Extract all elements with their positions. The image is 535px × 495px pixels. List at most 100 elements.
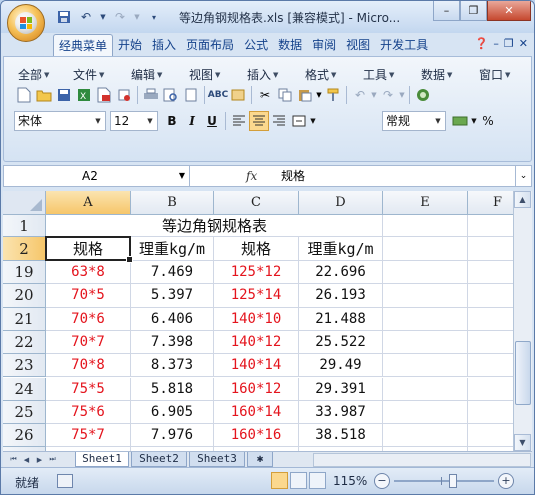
grid-cell[interactable] <box>383 307 468 331</box>
grid-cell[interactable] <box>383 215 468 237</box>
row-header-21[interactable]: 21 <box>3 307 46 331</box>
redo-dropdown-icon[interactable]: ▼ <box>398 85 406 105</box>
redo-icon[interactable]: ↷ <box>378 85 398 105</box>
spec-cell[interactable]: 125*14 <box>214 284 299 308</box>
page-break-view-icon[interactable] <box>309 472 326 489</box>
menu-edit[interactable]: 编辑 ▼ <box>131 66 189 83</box>
grid-cell[interactable] <box>468 237 513 261</box>
help-icon[interactable]: ❓ <box>475 37 489 50</box>
menu-file[interactable]: 文件 ▼ <box>73 66 131 83</box>
header-cell[interactable]: 理重kg/m <box>131 237 214 261</box>
print-icon[interactable] <box>141 85 161 105</box>
close-button[interactable]: ✕ <box>487 1 531 21</box>
research-icon[interactable] <box>228 85 248 105</box>
grid-cell[interactable] <box>468 378 513 401</box>
paste-icon[interactable] <box>295 85 315 105</box>
weight-cell[interactable]: 25.522 <box>299 330 383 355</box>
weight-cell[interactable]: 22.696 <box>299 261 383 285</box>
zoom-in-icon[interactable]: + <box>498 473 514 489</box>
worksheet-grid[interactable]: ABCDEF12192021222324252627等边角钢规格表规格理重kg/… <box>3 191 513 451</box>
formula-input[interactable]: 规格 <box>281 166 305 186</box>
number-format-combo[interactable]: 常规 ▼ <box>382 111 446 131</box>
ribbon-minimize-icon[interactable]: – <box>493 37 499 50</box>
cut-icon[interactable]: ✂ <box>255 85 275 105</box>
weight-cell[interactable]: 8.373 <box>131 354 214 378</box>
grid-cell[interactable] <box>468 308 513 331</box>
undo-dropdown-icon[interactable]: ▼ <box>99 8 107 26</box>
font-name-combo[interactable]: 宋体 ▼ <box>14 111 106 131</box>
menu-tools[interactable]: 工具 ▼ <box>363 66 421 83</box>
grid-cell[interactable] <box>383 354 468 378</box>
maximize-button[interactable]: ❐ <box>460 1 487 21</box>
customize-qat-icon[interactable]: ▾ <box>145 8 163 26</box>
weight-cell[interactable]: 33.987 <box>299 400 383 425</box>
tab-review[interactable]: 审阅 <box>307 34 341 56</box>
column-header-d[interactable]: D <box>299 191 383 215</box>
header-cell[interactable]: 规格 <box>214 237 299 261</box>
scroll-down-icon[interactable]: ▼ <box>514 434 531 451</box>
spec-cell[interactable]: 75*5 <box>46 377 131 401</box>
zoom-slider[interactable] <box>394 474 494 488</box>
page-setup-icon[interactable] <box>181 85 201 105</box>
weight-cell[interactable]: 29.391 <box>299 377 383 401</box>
spec-cell[interactable]: 70*5 <box>46 284 131 308</box>
header-cell[interactable]: 理重kg/m <box>299 237 383 261</box>
undo-dropdown-icon[interactable]: ▼ <box>370 85 378 105</box>
column-header-f[interactable]: F <box>468 191 513 215</box>
weight-cell[interactable]: 6.905 <box>131 400 214 425</box>
weight-cell[interactable]: 7.398 <box>131 330 214 355</box>
weight-cell[interactable]: 29.49 <box>299 354 383 378</box>
normal-view-icon[interactable] <box>271 472 288 489</box>
italic-button[interactable]: I <box>182 111 202 131</box>
tab-developer[interactable]: 开发工具 <box>375 34 433 56</box>
undo-icon[interactable]: ↶ <box>77 8 95 26</box>
merge-dropdown-icon[interactable]: ▼ <box>309 111 317 131</box>
row-header-25[interactable]: 25 <box>3 400 46 425</box>
spelling-icon[interactable]: ABC <box>208 85 228 105</box>
currency-dropdown-icon[interactable]: ▼ <box>470 111 478 131</box>
spec-cell[interactable]: 70*7 <box>46 330 131 355</box>
bold-button[interactable]: B <box>162 111 182 131</box>
paste-dropdown-icon[interactable]: ▼ <box>315 85 323 105</box>
row-header-24[interactable]: 24 <box>3 377 46 401</box>
ribbon-restore-icon[interactable]: ❐ <box>504 37 514 50</box>
macro-record-icon[interactable] <box>57 474 73 488</box>
font-size-combo[interactable]: 12 ▼ <box>110 111 158 131</box>
spec-cell[interactable]: 160*16 <box>214 424 299 448</box>
weight-cell[interactable]: 7.469 <box>131 261 214 285</box>
column-header-c[interactable]: C <box>214 191 299 215</box>
grid-cell[interactable] <box>383 424 468 448</box>
sheet-tab-sheet2[interactable]: Sheet2 <box>131 452 187 467</box>
row-header-1[interactable]: 1 <box>3 215 46 237</box>
grid-cell[interactable] <box>468 354 513 378</box>
format-painter-icon[interactable] <box>323 85 343 105</box>
tab-home[interactable]: 开始 <box>113 34 147 56</box>
tab-page-layout[interactable]: 页面布局 <box>181 34 239 56</box>
grid-cell[interactable] <box>468 331 513 355</box>
print-preview-icon[interactable] <box>161 85 181 105</box>
next-sheet-icon[interactable]: ▶ <box>33 453 46 466</box>
column-header-a[interactable]: A <box>46 191 131 215</box>
column-header-b[interactable]: B <box>131 191 214 215</box>
excel-sheet-icon[interactable]: X <box>74 85 94 105</box>
chevron-down-icon[interactable]: ▼ <box>179 166 185 186</box>
grid-cell[interactable] <box>468 401 513 425</box>
expand-formula-bar-icon[interactable]: ⌄ <box>515 166 531 186</box>
merge-center-icon[interactable] <box>289 111 309 131</box>
insert-sheet-icon[interactable]: ✱ <box>247 452 273 467</box>
align-center-icon[interactable] <box>249 111 269 131</box>
zoom-level[interactable]: 115% <box>333 474 367 488</box>
sheet-title[interactable]: 等边角钢规格表 <box>46 215 383 237</box>
row-header-2[interactable]: 2 <box>3 237 46 261</box>
row-header-19[interactable]: 19 <box>3 261 46 285</box>
currency-icon[interactable] <box>450 111 470 131</box>
chevron-down-icon[interactable]: ▼ <box>431 112 445 130</box>
weight-cell[interactable]: 26.193 <box>299 284 383 308</box>
menu-window[interactable]: 窗口 ▼ <box>479 66 519 83</box>
minimize-button[interactable]: – <box>433 1 460 21</box>
name-box[interactable]: A2 ▼ <box>4 166 190 186</box>
workbook-close-icon[interactable]: ✕ <box>519 37 528 50</box>
grid-cell[interactable] <box>468 424 513 448</box>
select-all-corner[interactable] <box>3 191 46 215</box>
grid-cell[interactable] <box>383 237 468 261</box>
